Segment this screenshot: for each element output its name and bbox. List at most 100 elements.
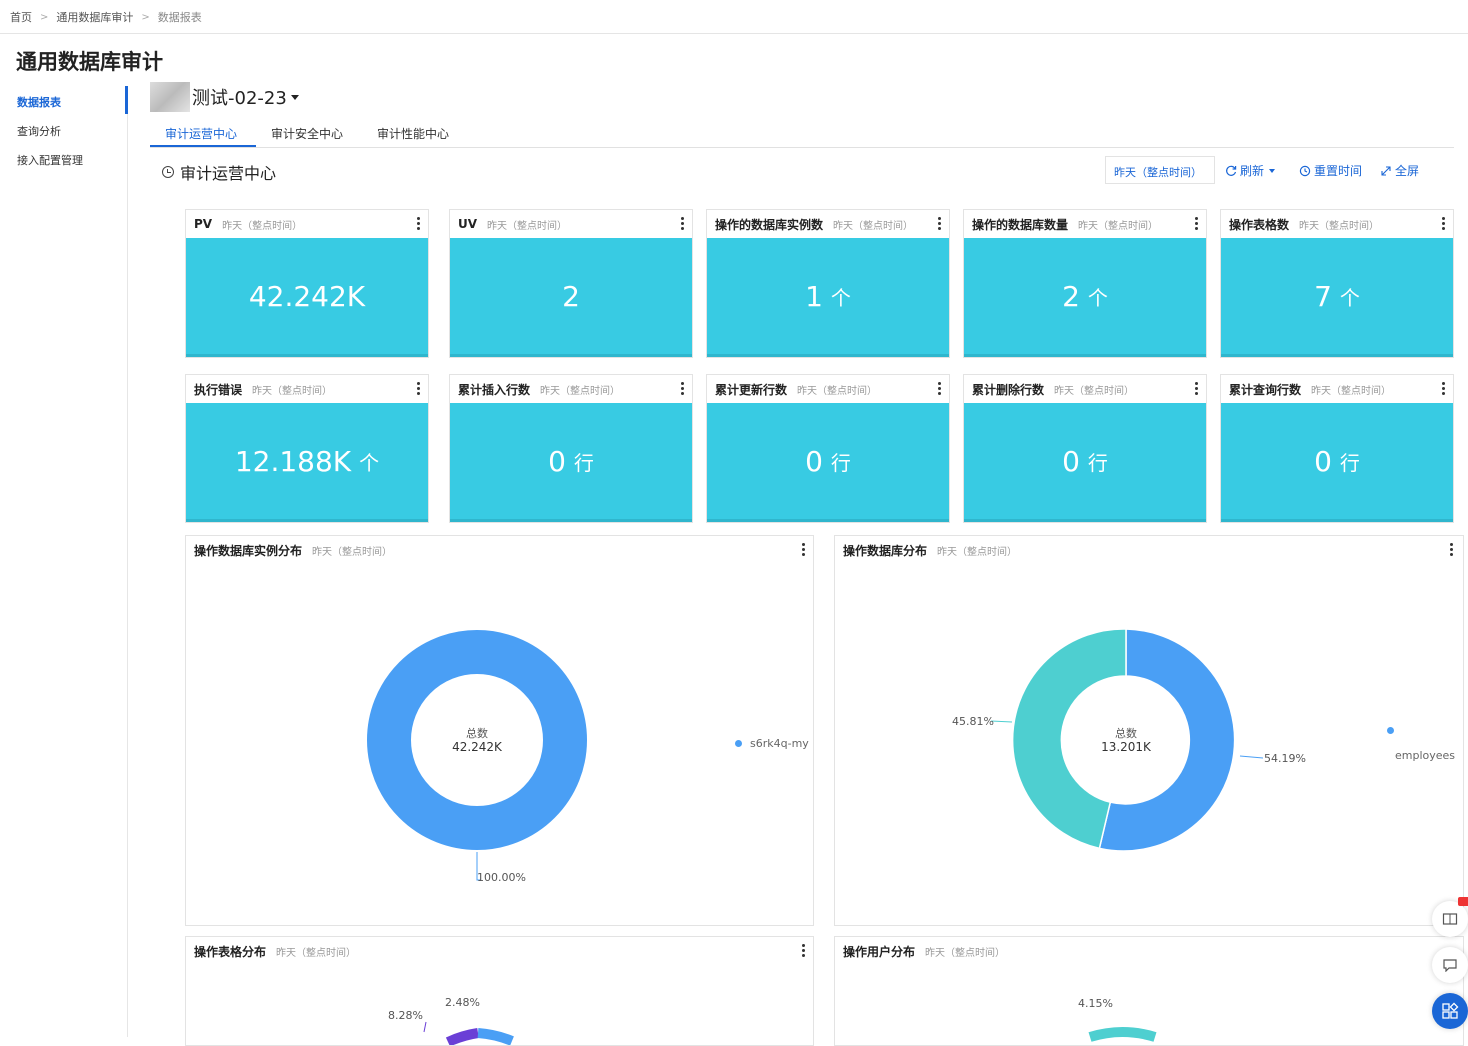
history-icon (1299, 165, 1311, 176)
section-title: 审计运营中心 (180, 164, 277, 183)
more-vertical-icon[interactable] (1195, 382, 1198, 395)
legend-item[interactable]: s6rk4q-my (735, 737, 809, 750)
apps-float-button[interactable] (1432, 993, 1468, 1029)
card-header: 操作的数据库实例数 昨天（整点时间） (707, 210, 949, 238)
clock-icon (162, 166, 174, 178)
kpi-subtitle: 昨天（整点时间） (540, 385, 621, 397)
tab-security-center[interactable]: 审计安全中心 (271, 125, 343, 142)
card-header: 操作表格数 昨天（整点时间） (1221, 210, 1453, 238)
kpi-value-panel: 0行 (1221, 403, 1453, 522)
label-leader-line (423, 1021, 427, 1033)
kpi-value-panel: 1个 (707, 238, 949, 357)
kpi-value-panel: 42.242K (186, 238, 428, 357)
kpi-subtitle: 昨天（整点时间） (1054, 385, 1135, 397)
card-header: 执行错误 昨天（整点时间） (186, 375, 428, 403)
kpi-value: 0 (1062, 444, 1080, 478)
more-vertical-icon[interactable] (681, 217, 684, 230)
top-bar: 首页 > 通用数据库审计 > 数据报表 (0, 0, 1468, 34)
kpi-value-panel: 2 (450, 238, 692, 357)
kpi-value: 0 (805, 444, 823, 478)
kpi-card: 累计查询行数 昨天（整点时间） 0 行 (1220, 374, 1454, 523)
card-header: 累计删除行数 昨天（整点时间） (964, 375, 1206, 403)
kpi-subtitle: 昨天（整点时间） (222, 220, 303, 232)
kpi-subtitle: 昨天（整点时间） (833, 220, 914, 232)
kpi-card: 操作的数据库数量 昨天（整点时间） 2 个 (963, 209, 1207, 358)
chevron-right-icon: > (40, 11, 49, 23)
card-header: 操作的数据库数量 昨天（整点时间） (964, 210, 1206, 238)
sidebar-active-indicator (125, 86, 128, 114)
slice-pct-label: 45.81% (952, 715, 994, 728)
donut-slice[interactable] (1088, 1027, 1157, 1042)
dashboard-selector[interactable]: 测试-02-23 (150, 82, 299, 112)
fullscreen-button[interactable]: 全屏 (1380, 162, 1419, 179)
sidebar-item-access-config[interactable]: 接入配置管理 (17, 152, 83, 168)
kpi-card: PV 昨天（整点时间） 42.242K (185, 209, 429, 358)
kpi-card: UV 昨天（整点时间） 2 (449, 209, 693, 358)
page-title: 通用数据库审计 (16, 50, 163, 74)
caret-down-icon (1269, 168, 1276, 173)
sidebar-item-query-analysis[interactable]: 查询分析 (17, 123, 61, 139)
legend-item[interactable]: employees (1387, 749, 1455, 762)
sidebar: 数据报表 查询分析 接入配置管理 (0, 86, 128, 1037)
table-distribution-card: 操作表格分布 昨天（整点时间） 8.28% 2.48% (185, 936, 814, 1046)
label-leader-line (990, 720, 1013, 723)
chevron-right-icon: > (141, 11, 150, 23)
more-vertical-icon[interactable] (938, 382, 941, 395)
tab-bar: 审计运营中心 审计安全中心 审计性能中心 (150, 120, 1454, 148)
more-vertical-icon[interactable] (1442, 382, 1445, 395)
kpi-value: 1 (805, 279, 823, 313)
kpi-unit: 个 (1087, 285, 1108, 310)
sidebar-item-reports[interactable]: 数据报表 (17, 94, 61, 110)
kpi-value-panel: 0行 (450, 403, 692, 522)
kpi-subtitle: 昨天（整点时间） (1078, 220, 1159, 232)
kpi-value: 0 (548, 444, 566, 478)
donut-center-value: 13.201K (1101, 740, 1151, 754)
donut-chart (1088, 1027, 1157, 1042)
docs-float-button[interactable] (1432, 897, 1468, 937)
slice-pct-label: 4.15% (1078, 997, 1113, 1010)
more-vertical-icon[interactable] (1442, 217, 1445, 230)
more-vertical-icon[interactable] (681, 382, 684, 395)
donut-center-label: 总数 (1115, 727, 1137, 740)
breadcrumb-audit[interactable]: 通用数据库审计 (56, 9, 133, 25)
more-vertical-icon[interactable] (1195, 217, 1198, 230)
kpi-unit: 个 (1339, 285, 1360, 310)
more-vertical-icon[interactable] (417, 382, 420, 395)
caret-down-icon (290, 94, 299, 100)
card-header: 累计更新行数 昨天（整点时间） (707, 375, 949, 403)
donut-slice[interactable] (445, 1028, 479, 1045)
breadcrumb-home[interactable]: 首页 (10, 9, 32, 25)
donut-chart (423, 1021, 514, 1045)
tab-ops-center[interactable]: 审计运营中心 (165, 125, 237, 142)
refresh-button[interactable]: 刷新 (1225, 162, 1276, 179)
feedback-float-button[interactable] (1432, 947, 1468, 983)
tab-performance-center[interactable]: 审计性能中心 (377, 125, 449, 142)
kpi-card: 累计删除行数 昨天（整点时间） 0 行 (963, 374, 1207, 523)
kpi-card: 操作的数据库实例数 昨天（整点时间） 1 个 (706, 209, 950, 358)
kpi-unit: 行 (1087, 450, 1108, 475)
expand-icon (1381, 165, 1391, 176)
more-vertical-icon[interactable] (938, 217, 941, 230)
kpi-card: 累计插入行数 昨天（整点时间） 0 行 (449, 374, 693, 523)
legend-dot (1387, 727, 1394, 734)
more-vertical-icon[interactable] (417, 217, 420, 230)
kpi-subtitle: 昨天（整点时间） (252, 385, 333, 397)
section-header: 审计运营中心 (162, 160, 276, 184)
kpi-title: 执行错误 (194, 382, 243, 397)
card-header: UV 昨天（整点时间） (450, 210, 692, 238)
legend-dot (735, 740, 742, 747)
breadcrumb-current: 数据报表 (157, 11, 202, 24)
kpi-card: 执行错误 昨天（整点时间） 12.188K 个 (185, 374, 429, 523)
refresh-label: 刷新 (1240, 164, 1265, 178)
card-header: 累计插入行数 昨天（整点时间） (450, 375, 692, 403)
legend-item[interactable] (1387, 727, 1402, 734)
time-range-picker[interactable]: 昨天（整点时间） (1105, 156, 1215, 184)
kpi-value: 42.242K (248, 279, 366, 313)
kpi-title: 操作的数据库实例数 (715, 217, 824, 232)
reset-time-button[interactable]: 重置时间 (1298, 162, 1362, 179)
kpi-card: 操作表格数 昨天（整点时间） 7 个 (1220, 209, 1454, 358)
slice-pct-label: 100.00% (477, 871, 526, 884)
kpi-value: 7 (1314, 279, 1332, 313)
donut-slice[interactable] (477, 1028, 514, 1045)
reset-time-label: 重置时间 (1314, 164, 1363, 178)
